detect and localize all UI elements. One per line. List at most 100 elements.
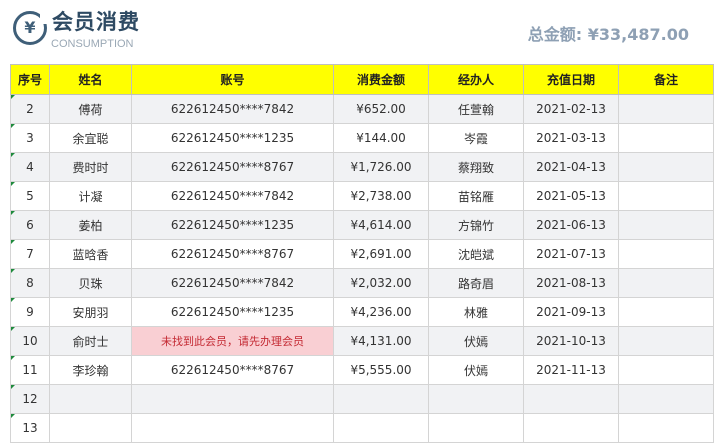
- cell-date[interactable]: 2021-03-13: [523, 123, 619, 153]
- cell-no[interactable]: 5: [10, 181, 50, 211]
- cell-note[interactable]: [618, 297, 714, 327]
- cell-amount[interactable]: [333, 413, 429, 443]
- cell-name[interactable]: 费时时: [49, 152, 132, 182]
- cell-account[interactable]: 622612450****8767: [131, 355, 334, 385]
- cell-name[interactable]: 余宜聪: [49, 123, 132, 153]
- cell-no[interactable]: 13: [10, 413, 50, 443]
- cell-amount[interactable]: ¥2,738.00: [333, 181, 429, 211]
- cell-name[interactable]: [49, 413, 132, 443]
- cell-account[interactable]: 622612450****7842: [131, 268, 334, 298]
- column-header-account[interactable]: 账号: [131, 64, 334, 95]
- cell-no[interactable]: 4: [10, 152, 50, 182]
- cell-date[interactable]: 2021-10-13: [523, 326, 619, 356]
- cell-date[interactable]: 2021-05-13: [523, 181, 619, 211]
- cell-name[interactable]: 计凝: [49, 181, 132, 211]
- cell-date[interactable]: 2021-02-13: [523, 94, 619, 124]
- table-row: 10 俞时士 未找到此会员，请先办理会员 ¥4,131.00 伏嫣 2021-10-13: [10, 326, 714, 356]
- cell-name[interactable]: 傅荷: [49, 94, 132, 124]
- cell-no[interactable]: 8: [10, 268, 50, 298]
- cell-amount[interactable]: ¥144.00: [333, 123, 429, 153]
- cell-handler[interactable]: 苗铭雁: [428, 181, 524, 211]
- total-amount: 总金额: ¥33,487.00: [527, 25, 689, 44]
- cell-handler[interactable]: 蔡翔致: [428, 152, 524, 182]
- cell-date[interactable]: 2021-06-13: [523, 210, 619, 240]
- cell-date[interactable]: 2021-04-13: [523, 152, 619, 182]
- cell-date[interactable]: 2021-07-13: [523, 239, 619, 269]
- cell-account[interactable]: 622612450****8767: [131, 152, 334, 182]
- cell-note[interactable]: [618, 181, 714, 211]
- cell-note[interactable]: [618, 152, 714, 182]
- cell-account[interactable]: 622612450****8767: [131, 239, 334, 269]
- cell-no[interactable]: 2: [10, 94, 50, 124]
- cell-handler[interactable]: 沈皑斌: [428, 239, 524, 269]
- cell-no[interactable]: 6: [10, 210, 50, 240]
- column-header-no[interactable]: 序号: [10, 64, 50, 95]
- cell-amount[interactable]: ¥1,726.00: [333, 152, 429, 182]
- cell-note[interactable]: [618, 384, 714, 414]
- cell-handler[interactable]: 伏嫣: [428, 326, 524, 356]
- cell-name[interactable]: 贝珠: [49, 268, 132, 298]
- column-header-note[interactable]: 备注: [618, 64, 714, 95]
- cell-note[interactable]: [618, 268, 714, 298]
- cell-amount[interactable]: ¥652.00: [333, 94, 429, 124]
- cell-note[interactable]: [618, 326, 714, 356]
- cell-amount[interactable]: ¥5,555.00: [333, 355, 429, 385]
- cell-name[interactable]: 蓝晗香: [49, 239, 132, 269]
- cell-no[interactable]: 10: [10, 326, 50, 356]
- cell-note[interactable]: [618, 94, 714, 124]
- cell-amount[interactable]: [333, 384, 429, 414]
- cell-no[interactable]: 9: [10, 297, 50, 327]
- cell-account[interactable]: 622612450****7842: [131, 94, 334, 124]
- cell-account[interactable]: 622612450****1235: [131, 297, 334, 327]
- cell-amount[interactable]: ¥4,131.00: [333, 326, 429, 356]
- cell-account[interactable]: 622612450****1235: [131, 123, 334, 153]
- table-row: 8 贝珠 622612450****7842 ¥2,032.00 路奇眉 2021-08-…: [10, 268, 714, 298]
- column-header-date[interactable]: 充值日期: [523, 64, 619, 95]
- cell-handler[interactable]: 岑霞: [428, 123, 524, 153]
- cell-date[interactable]: 2021-11-13: [523, 355, 619, 385]
- cell-date[interactable]: 2021-08-13: [523, 268, 619, 298]
- cell-handler[interactable]: 任萱翰: [428, 94, 524, 124]
- cell-handler[interactable]: 方锦竹: [428, 210, 524, 240]
- cell-note[interactable]: [618, 413, 714, 443]
- cell-amount[interactable]: ¥2,691.00: [333, 239, 429, 269]
- cell-note[interactable]: [618, 239, 714, 269]
- page-header: ¥ 会员消费 CONSUMPTION 总金额: ¥33,487.00: [0, 0, 720, 64]
- cell-date[interactable]: [523, 384, 619, 414]
- consumption-table: 序号 姓名 账号 消费金额 经办人 充值日期 备注 2 傅荷 622612450**…: [10, 64, 714, 443]
- cell-date[interactable]: [523, 413, 619, 443]
- cell-handler[interactable]: 路奇眉: [428, 268, 524, 298]
- cell-handler[interactable]: [428, 413, 524, 443]
- cell-account-error[interactable]: 未找到此会员，请先办理会员: [131, 326, 334, 356]
- column-header-handler[interactable]: 经办人: [428, 64, 524, 95]
- column-header-amount[interactable]: 消费金额: [333, 64, 429, 95]
- table-body: 2 傅荷 622612450****7842 ¥652.00 任萱翰 2021-02-13…: [10, 94, 714, 443]
- cell-name[interactable]: [49, 384, 132, 414]
- cell-note[interactable]: [618, 123, 714, 153]
- cell-account[interactable]: 622612450****1235: [131, 210, 334, 240]
- cell-no[interactable]: 7: [10, 239, 50, 269]
- cell-note[interactable]: [618, 210, 714, 240]
- column-header-name[interactable]: 姓名: [49, 64, 132, 95]
- cell-amount[interactable]: ¥2,032.00: [333, 268, 429, 298]
- page-subtitle: CONSUMPTION: [51, 38, 134, 50]
- table-row: 7 蓝晗香 622612450****8767 ¥2,691.00 沈皑斌 2021-07…: [10, 239, 714, 269]
- cell-name[interactable]: 李珍翰: [49, 355, 132, 385]
- cell-account[interactable]: [131, 384, 334, 414]
- cell-no[interactable]: 11: [10, 355, 50, 385]
- cell-name[interactable]: 俞时士: [49, 326, 132, 356]
- cell-name[interactable]: 姜柏: [49, 210, 132, 240]
- cell-account[interactable]: [131, 413, 334, 443]
- cell-no[interactable]: 3: [10, 123, 50, 153]
- cell-note[interactable]: [618, 355, 714, 385]
- cell-no[interactable]: 12: [10, 384, 50, 414]
- cell-amount[interactable]: ¥4,236.00: [333, 297, 429, 327]
- cell-handler[interactable]: 伏嫣: [428, 355, 524, 385]
- cell-handler[interactable]: 林雅: [428, 297, 524, 327]
- cell-name[interactable]: 安朋羽: [49, 297, 132, 327]
- cell-handler[interactable]: [428, 384, 524, 414]
- table-row: 3 余宜聪 622612450****1235 ¥144.00 岑霞 2021-03-13: [10, 123, 714, 153]
- cell-amount[interactable]: ¥4,614.00: [333, 210, 429, 240]
- cell-date[interactable]: 2021-09-13: [523, 297, 619, 327]
- cell-account[interactable]: 622612450****7842: [131, 181, 334, 211]
